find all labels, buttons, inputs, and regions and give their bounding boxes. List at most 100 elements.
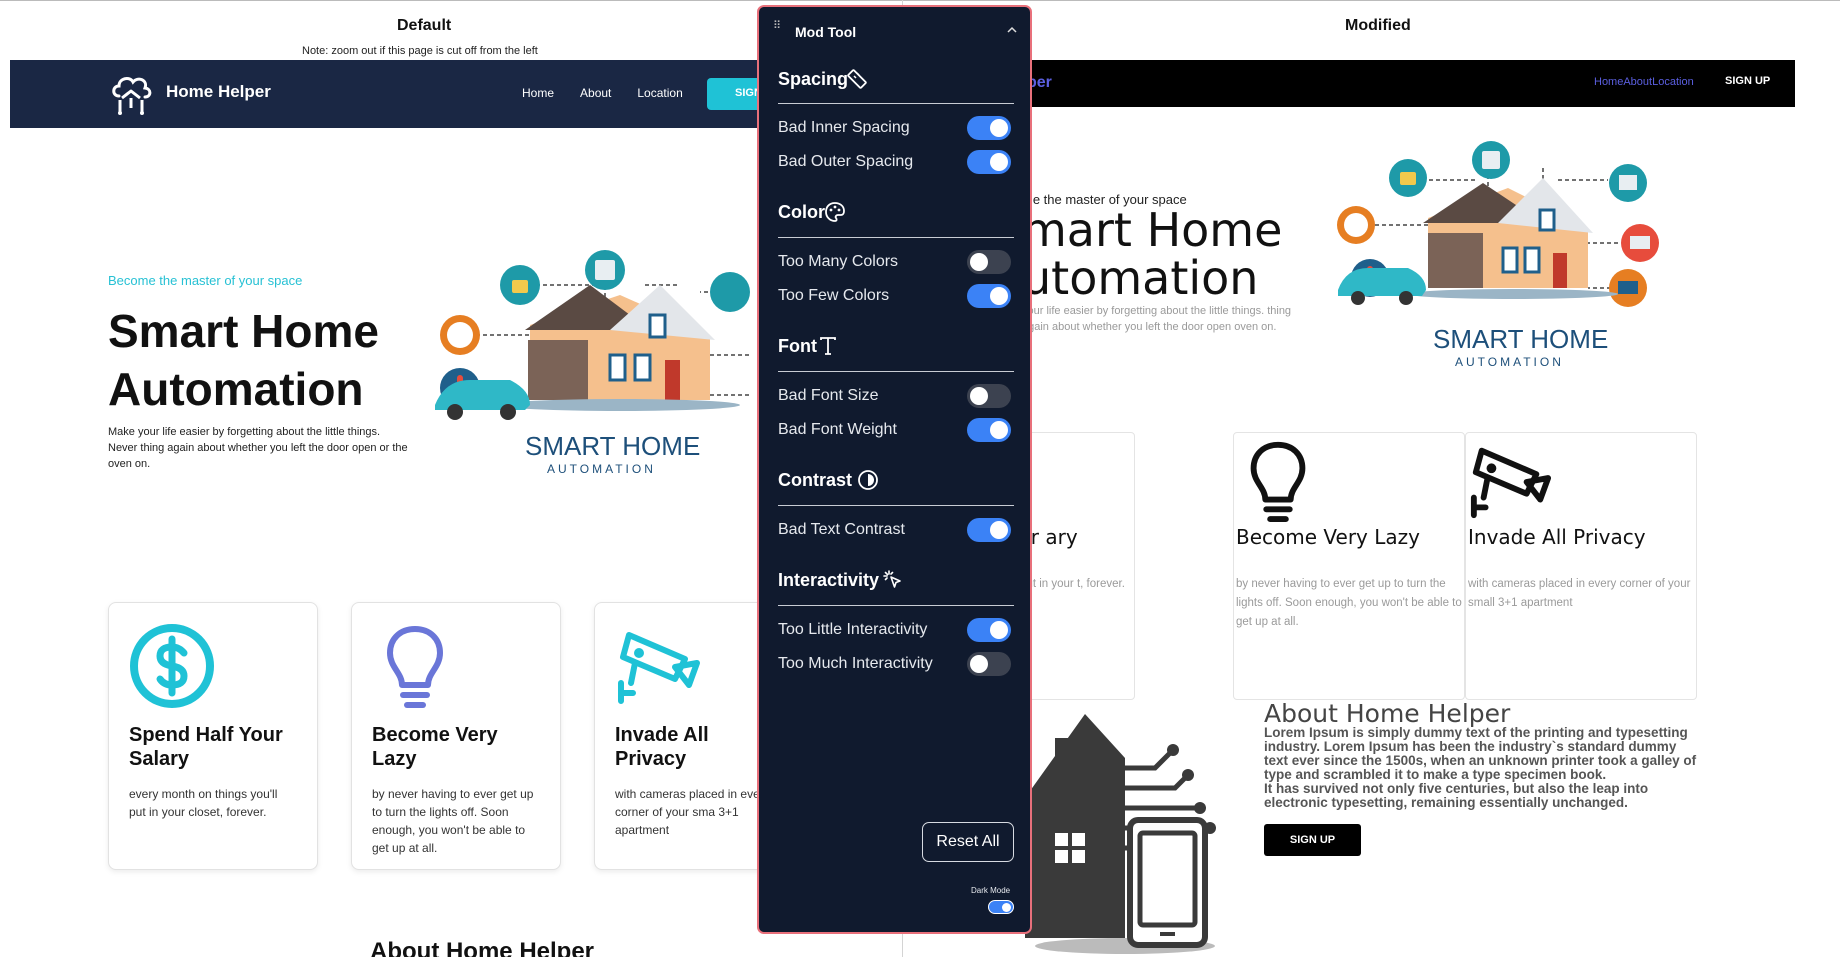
svg-text:SMART HOME: SMART HOME	[1433, 324, 1608, 354]
smart-home-illustration: SMART HOME AUTOMATION	[1337, 141, 1659, 369]
feature-card-privacy: Invade All Privacy with cameras placed i…	[1465, 432, 1697, 700]
cloud-home-icon[interactable]	[108, 70, 154, 116]
mod-tool-panel: ⠿ Mod Tool Spacing Bad Inner Spacing Bad…	[757, 5, 1032, 934]
drag-handle-icon[interactable]: ⠿	[773, 21, 785, 37]
toggle-knob	[970, 253, 988, 271]
svg-text:AUTOMATION: AUTOMATION	[1455, 355, 1564, 369]
pointer-click-icon	[883, 570, 901, 588]
about-signup-button[interactable]: SIGN UP	[1264, 824, 1361, 856]
smart-home-illustration: SMART HOME AUTOMATION	[435, 250, 750, 476]
hero-description: your life easier by forgetting about the…	[1022, 305, 1292, 333]
feature-card-salary: Spend Half Your Salary every month on th…	[108, 602, 318, 870]
reset-all-button[interactable]: Reset All	[922, 822, 1014, 862]
option-too-many-colors: Too Many Colors	[778, 253, 899, 270]
nav-links: Home About Location	[1594, 76, 1694, 88]
default-label: Default	[397, 17, 452, 34]
page: Default Note: zoom out if this page is c…	[0, 0, 1840, 957]
nav-location-link[interactable]: Location	[637, 86, 682, 100]
toggle-knob	[1002, 903, 1011, 912]
feature-card-lazy: Become Very Lazy by never having to ever…	[1233, 432, 1465, 700]
section-contrast-title: Contrast	[778, 470, 853, 490]
toggle-dark-mode[interactable]	[988, 900, 1014, 914]
toggle-knob	[990, 119, 1008, 137]
dollar-icon	[130, 624, 214, 708]
smart-home-logo: SMART HOME AUTOMATION	[525, 431, 700, 476]
nav-home-link[interactable]: Home	[1594, 76, 1623, 88]
section-divider	[778, 605, 1014, 606]
section-divider	[778, 505, 1014, 506]
dark-mode-label: Dark Mode	[971, 886, 1011, 895]
nav-links: Home About Location	[522, 86, 683, 100]
lightbulb-icon	[1250, 441, 1306, 523]
camera-icon	[618, 632, 700, 704]
card-text: every month on things you'll put in your…	[129, 787, 278, 819]
svg-text:SMART HOME: SMART HOME	[525, 431, 700, 461]
toggle-knob	[970, 655, 988, 673]
card-title: Invade All Privacy	[1468, 525, 1646, 549]
nav-location-link[interactable]: Location	[1652, 76, 1694, 88]
hero-tagline: Become the master of your space	[108, 273, 303, 288]
contrast-icon	[858, 470, 878, 490]
option-too-few-colors: Too Few Colors	[778, 287, 890, 304]
toggle-knob	[990, 521, 1008, 539]
toggle-bad-font-size[interactable]	[967, 384, 1011, 408]
section-divider	[778, 371, 1014, 372]
svg-text:AUTOMATION: AUTOMATION	[547, 462, 656, 476]
about-title: About Home Helper	[1264, 699, 1511, 728]
smart-house-phone-illustration	[1025, 714, 1216, 954]
panel-header[interactable]: ⠿ Mod Tool	[773, 21, 1018, 45]
modified-label: Modified	[1345, 17, 1411, 34]
option-bad-inner-spacing: Bad Inner Spacing	[778, 119, 910, 136]
toggle-knob	[990, 287, 1008, 305]
card-title: Become Very Lazy	[1236, 525, 1420, 549]
option-bad-font-weight: Bad Font Weight	[778, 421, 897, 438]
camera-icon	[1470, 447, 1552, 519]
section-divider	[778, 237, 1014, 238]
toggle-bad-outer-spacing[interactable]	[967, 150, 1011, 174]
nav-about-link[interactable]: About	[580, 86, 611, 100]
about-title: About Home Helper	[370, 938, 595, 957]
card-text: by never having to ever get up to turn t…	[1236, 578, 1462, 628]
card-text: with cameras placed in every corner of y…	[1468, 578, 1691, 609]
smart-home-logo: SMART HOME AUTOMATION	[1433, 324, 1608, 369]
section-font-title: Font	[778, 336, 817, 356]
type-icon	[820, 337, 836, 355]
toggle-too-many-colors[interactable]	[967, 250, 1011, 274]
zoom-note: Note: zoom out if this page is cut off f…	[302, 45, 538, 57]
toggle-too-few-colors[interactable]	[967, 284, 1011, 308]
nav-about-link[interactable]: About	[1623, 76, 1652, 88]
about-paragraph: Lorem Ipsum is simply dummy text of the …	[1264, 725, 1697, 782]
feature-card-lazy: Become Very Lazy by never having to ever…	[351, 602, 561, 870]
option-too-much-interactivity: Too Much Interactivity	[778, 655, 933, 672]
lightbulb-icon	[387, 626, 443, 708]
card-text: by never having to ever get up to turn t…	[372, 787, 534, 855]
modified-pane: Modified per Home About Location SIGN UP…	[903, 0, 1840, 957]
palette-icon	[825, 202, 845, 222]
section-divider	[778, 103, 1014, 104]
section-color-title: Color	[778, 202, 825, 222]
toggle-knob	[990, 153, 1008, 171]
option-bad-outer-spacing: Bad Outer Spacing	[778, 153, 914, 170]
nav-home-link[interactable]: Home	[522, 86, 554, 100]
toggle-too-much-interactivity[interactable]	[967, 652, 1011, 676]
toggle-bad-inner-spacing[interactable]	[967, 116, 1011, 140]
hero-title: Smart Home Automation	[108, 305, 379, 415]
section-spacing-title: Spacing	[778, 69, 849, 89]
option-bad-font-size: Bad Font Size	[778, 387, 879, 404]
signup-button[interactable]: SIGN UP	[1725, 75, 1770, 87]
toggle-bad-text-contrast[interactable]	[967, 518, 1011, 542]
panel-title: Mod Tool	[795, 24, 857, 40]
toggle-knob	[970, 387, 988, 405]
section-interactivity-title: Interactivity	[778, 570, 880, 590]
brand-name[interactable]: Home Helper	[166, 82, 271, 102]
card-title: Spend Half Your Salary	[129, 724, 283, 770]
modified-navbar: per Home About Location SIGN UP	[903, 60, 1795, 107]
toggle-knob	[990, 621, 1008, 639]
toggle-bad-font-weight[interactable]	[967, 418, 1011, 442]
chevron-up-icon[interactable]	[1006, 25, 1018, 35]
toggle-knob	[990, 421, 1008, 439]
about-body: Lorem Ipsum is simply dummy text of the …	[1264, 726, 1704, 810]
option-too-little-interactivity: Too Little Interactivity	[778, 621, 928, 638]
toggle-too-little-interactivity[interactable]	[967, 618, 1011, 642]
hero-description: Make your life easier by forgetting abou…	[108, 426, 408, 470]
